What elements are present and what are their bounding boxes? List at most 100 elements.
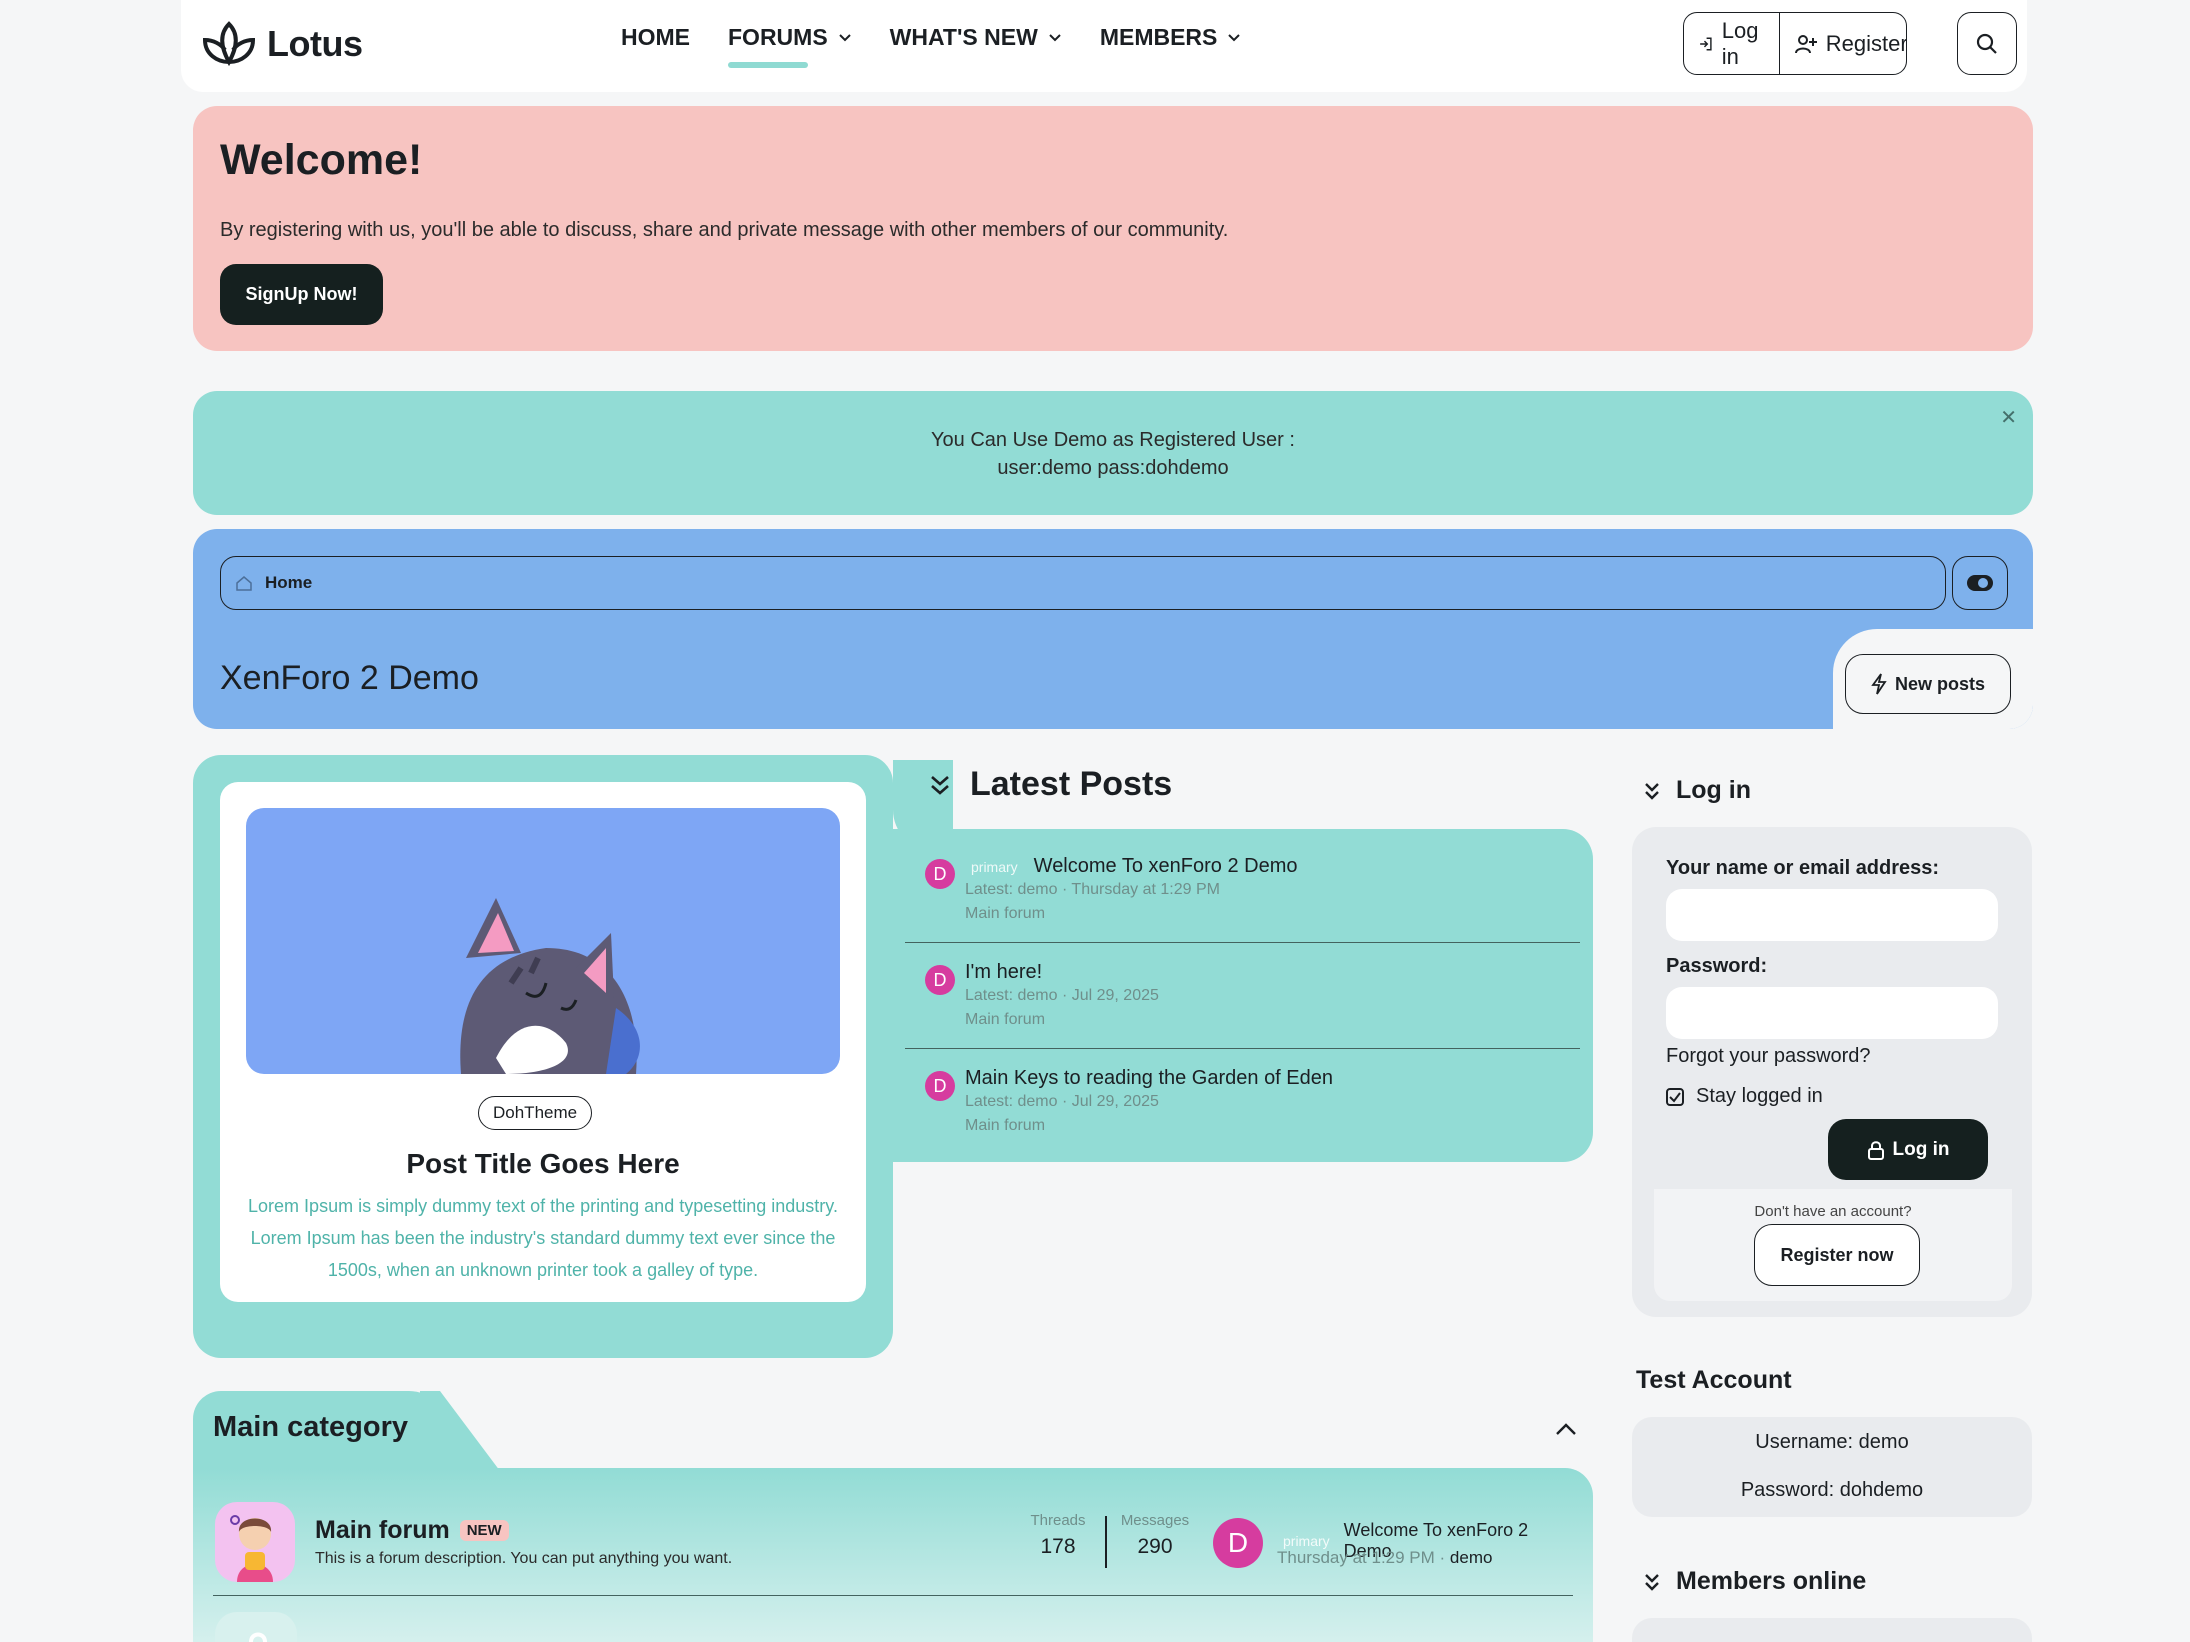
login-widget-title: Log in bbox=[1676, 776, 1751, 804]
search-icon bbox=[1976, 33, 1997, 54]
latest-post-meta: Latest: demo · Jul 29, 2025 bbox=[965, 1093, 1159, 1110]
stay-logged-in-checkbox[interactable]: Stay logged in bbox=[1666, 1085, 1823, 1108]
name-field[interactable] bbox=[1666, 889, 1998, 941]
password-field[interactable] bbox=[1666, 987, 1998, 1039]
search-button[interactable] bbox=[1957, 12, 2017, 75]
avatar[interactable]: D bbox=[925, 965, 955, 995]
name-label: Your name or email address: bbox=[1666, 857, 1940, 879]
nav-members-label: MEMBERS bbox=[1099, 24, 1218, 50]
breadcrumb-home[interactable]: Home bbox=[265, 573, 312, 593]
post-tag[interactable]: DohTheme bbox=[478, 1096, 593, 1130]
link-icon bbox=[249, 1632, 267, 1642]
style-toggle-button[interactable] bbox=[1952, 556, 2008, 610]
latest-post-item[interactable]: D Main Keys to reading the Garden of Ede… bbox=[905, 1049, 1580, 1155]
header-login-button[interactable]: Log in bbox=[1684, 13, 1779, 74]
members-online-heading: Members online bbox=[1642, 1567, 1866, 1596]
header-register-label: Register bbox=[1825, 30, 1907, 56]
category-tab-slope bbox=[420, 1391, 500, 1471]
avatar[interactable]: D bbox=[925, 859, 955, 889]
checkbox-checked-icon[interactable] bbox=[1666, 1087, 1684, 1106]
threads-count: 178 bbox=[1040, 1535, 1076, 1558]
chevron-down-icon[interactable] bbox=[838, 33, 852, 43]
latest-post-meta: Latest: demo · Jul 29, 2025 bbox=[965, 987, 1159, 1004]
latest-post-forum[interactable]: Main forum bbox=[965, 905, 1045, 923]
nav-home-label: HOME bbox=[621, 24, 690, 50]
nav-forums-label: FORUMS bbox=[728, 24, 828, 50]
members-online-box bbox=[1632, 1618, 2032, 1642]
featured-post-section: DohTheme Post Title Goes Here Lorem Ipsu… bbox=[193, 755, 893, 1358]
members-online-title: Members online bbox=[1676, 1567, 1867, 1595]
top-navigation-bar: Lotus HOME FORUMS WHAT'S NEW MEMBERS Log… bbox=[181, 0, 2027, 92]
messages-label: Messages bbox=[1120, 1512, 1190, 1529]
toggle-icon bbox=[1967, 575, 1993, 591]
double-chevron-down-icon[interactable] bbox=[928, 773, 952, 797]
featured-post-card[interactable]: DohTheme Post Title Goes Here Lorem Ipsu… bbox=[220, 782, 866, 1302]
new-posts-label: New posts bbox=[1894, 673, 1986, 694]
collapse-button[interactable] bbox=[1555, 1422, 1577, 1441]
forgot-password-link[interactable]: Forgot your password? bbox=[1666, 1045, 1871, 1068]
chevron-down-icon[interactable] bbox=[1227, 33, 1241, 43]
no-account-text: Don't have an account? bbox=[1754, 1203, 1912, 1220]
last-post-meta: Thursday at 1:29 PM · demo bbox=[1277, 1548, 1493, 1567]
latest-post-forum[interactable]: Main forum bbox=[965, 1117, 1045, 1135]
nav-home[interactable]: HOME bbox=[621, 24, 690, 51]
chevron-down-icon[interactable] bbox=[1048, 33, 1062, 43]
latest-post-item[interactable]: D primary Welcome To xenForo 2 Demo Late… bbox=[905, 837, 1580, 943]
nav-members[interactable]: MEMBERS bbox=[1100, 24, 1242, 51]
latest-post-item[interactable]: D I'm here! Latest: demo · Jul 29, 2025 … bbox=[905, 943, 1580, 1049]
login-submit-button[interactable]: Log in bbox=[1828, 1119, 1988, 1180]
latest-post-head: primary Welcome To xenForo 2 Demo bbox=[965, 855, 1298, 878]
character-avatar-icon bbox=[230, 1515, 273, 1582]
cat-illustration-icon bbox=[460, 898, 640, 1074]
header-register-button[interactable]: Register bbox=[1778, 13, 1907, 74]
notice-line-1: You Can Use Demo as Registered User : bbox=[931, 429, 1295, 451]
threads-stat: Threads 178 bbox=[1025, 1512, 1091, 1559]
password-label: Password: bbox=[1666, 955, 1768, 977]
close-icon[interactable]: ✕ bbox=[2000, 405, 2017, 430]
double-chevron-down-icon[interactable] bbox=[1642, 1572, 1662, 1592]
messages-count: 290 bbox=[1137, 1535, 1173, 1558]
test-password: Password: dohdemo bbox=[1740, 1479, 1924, 1501]
page-header: Home XenForo 2 Demo New posts bbox=[193, 529, 2033, 729]
stat-divider bbox=[1105, 1516, 1107, 1568]
last-post-time[interactable]: Thursday at 1:29 PM bbox=[1277, 1548, 1435, 1567]
featured-post-excerpt: Lorem Ipsum is simply dummy text of the … bbox=[248, 1196, 838, 1280]
login-widget-heading: Log in bbox=[1642, 776, 1751, 805]
signup-button[interactable]: SignUp Now! bbox=[220, 264, 383, 325]
site-logo[interactable]: Lotus bbox=[199, 18, 363, 70]
forum-name: Main forum NEW bbox=[315, 1516, 509, 1545]
forum-avatar[interactable] bbox=[215, 1502, 295, 1582]
latest-posts-title: Latest Posts bbox=[970, 765, 1173, 803]
new-posts-button[interactable]: New posts bbox=[1845, 654, 2011, 714]
register-now-button[interactable]: Register now bbox=[1754, 1224, 1920, 1286]
auth-buttons: Log in Register bbox=[1683, 12, 1907, 75]
featured-post-image bbox=[246, 808, 840, 1074]
header-login-label: Log in bbox=[1721, 17, 1759, 69]
forum-row[interactable]: Main forum NEW This is a forum descripti… bbox=[213, 1500, 1573, 1596]
messages-stat: Messages 290 bbox=[1117, 1512, 1193, 1559]
avatar[interactable]: D bbox=[1213, 1518, 1263, 1568]
welcome-text: By registering with us, you'll be able t… bbox=[220, 219, 1229, 241]
logo-text: Lotus bbox=[267, 23, 363, 64]
nav-forums[interactable]: FORUMS bbox=[728, 24, 852, 68]
category-title[interactable]: Main category bbox=[213, 1411, 408, 1444]
forum-avatar[interactable] bbox=[215, 1612, 297, 1642]
main-nav: HOME FORUMS WHAT'S NEW MEMBERS bbox=[621, 24, 1279, 68]
latest-post-title[interactable]: Welcome To xenForo 2 Demo bbox=[1034, 855, 1298, 878]
nav-whats-new[interactable]: WHAT'S NEW bbox=[890, 24, 1062, 51]
welcome-banner: Welcome! By registering with us, you'll … bbox=[193, 106, 2033, 351]
last-post-user[interactable]: demo bbox=[1450, 1548, 1493, 1567]
lock-icon bbox=[1867, 1140, 1884, 1160]
chevron-up-icon[interactable] bbox=[1555, 1422, 1577, 1436]
latest-post-title[interactable]: I'm here! bbox=[965, 961, 1042, 984]
avatar[interactable]: D bbox=[925, 1071, 955, 1101]
forum-description: This is a forum description. You can put… bbox=[315, 1550, 733, 1567]
latest-post-forum[interactable]: Main forum bbox=[965, 1011, 1045, 1029]
latest-post-meta: Latest: demo · Thursday at 1:29 PM bbox=[965, 881, 1220, 898]
latest-post-title[interactable]: Main Keys to reading the Garden of Eden bbox=[965, 1067, 1333, 1090]
login-widget: Your name or email address: Password: Fo… bbox=[1632, 827, 2032, 1317]
forum-title[interactable]: Main forum bbox=[315, 1516, 450, 1545]
double-chevron-down-icon[interactable] bbox=[1642, 781, 1662, 801]
featured-post-title[interactable]: Post Title Goes Here bbox=[220, 1148, 866, 1180]
lightning-icon bbox=[1871, 673, 1887, 695]
